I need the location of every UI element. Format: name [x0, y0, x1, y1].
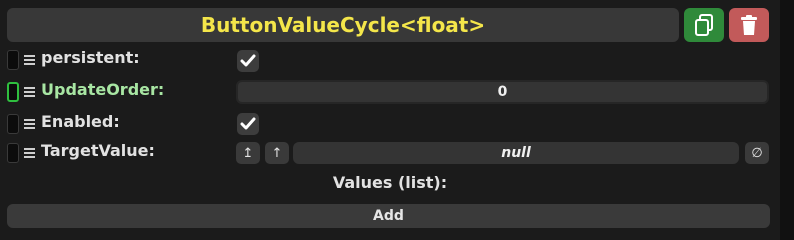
- component-title-text: ButtonValueCycle<float>: [200, 13, 486, 37]
- field-drag-slot: [7, 143, 19, 163]
- find-target-button[interactable]: ↑: [265, 142, 289, 164]
- checkmark-icon: [240, 117, 256, 130]
- target-value-label: TargetValue:: [41, 141, 155, 160]
- delete-button[interactable]: [729, 8, 769, 42]
- add-value-button[interactable]: Add: [7, 204, 770, 228]
- add-button-label: Add: [373, 208, 404, 224]
- field-drag-slot: [7, 114, 19, 134]
- target-value-reference-field[interactable]: null: [293, 142, 739, 164]
- clear-reference-button[interactable]: ∅: [745, 142, 769, 164]
- duplicate-button[interactable]: [684, 8, 724, 42]
- trash-icon: [741, 15, 757, 35]
- field-drag-slot: [7, 82, 19, 102]
- target-value-text: null: [501, 145, 531, 161]
- null-icon: ∅: [751, 145, 763, 161]
- update-order-label: UpdateOrder:: [41, 80, 165, 99]
- up-arrow-icon: ↑: [271, 145, 283, 161]
- field-row-target-value: TargetValue:: [7, 140, 237, 166]
- enabled-checkbox[interactable]: [237, 113, 259, 135]
- field-handle[interactable]: [7, 142, 39, 164]
- open-parent-button[interactable]: ↥: [236, 142, 260, 164]
- persistent-checkbox[interactable]: [237, 50, 259, 72]
- parent-arrow-icon: ↥: [242, 145, 254, 161]
- field-handle[interactable]: [7, 81, 39, 103]
- field-row-persistent: persistent:: [7, 47, 307, 73]
- enabled-label: Enabled:: [41, 112, 120, 131]
- persistent-label: persistent:: [41, 48, 140, 67]
- menu-icon: [24, 148, 35, 158]
- values-list-label: Values (list):: [332, 173, 448, 192]
- field-row-enabled: Enabled:: [7, 111, 307, 137]
- scrollbar-track[interactable]: [780, 0, 794, 240]
- update-order-value: 0: [497, 84, 508, 100]
- field-handle[interactable]: [7, 113, 39, 135]
- component-title[interactable]: ButtonValueCycle<float>: [7, 8, 679, 42]
- menu-icon: [24, 119, 35, 129]
- menu-icon: [24, 87, 35, 97]
- duplicate-icon: [695, 14, 713, 36]
- update-order-input[interactable]: 0: [236, 80, 769, 104]
- menu-icon: [24, 55, 35, 65]
- field-handle[interactable]: [7, 49, 39, 71]
- field-drag-slot: [7, 50, 19, 70]
- checkmark-icon: [240, 54, 256, 67]
- component-inspector-panel: ButtonValueCycle<float> persistent: Upda…: [0, 0, 780, 240]
